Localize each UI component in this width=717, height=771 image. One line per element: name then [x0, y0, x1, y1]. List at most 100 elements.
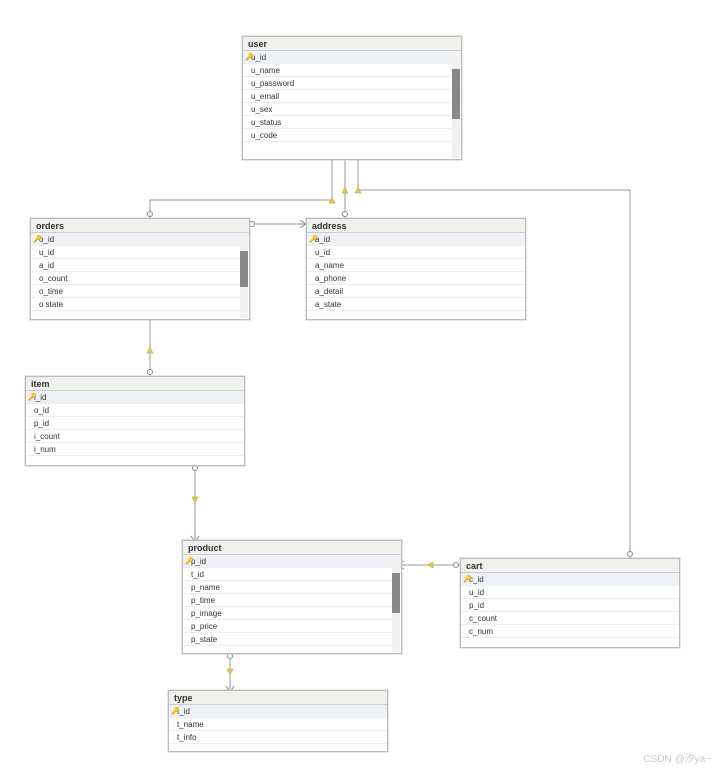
entity-header: address	[307, 219, 525, 233]
entity-header: product	[183, 541, 401, 555]
scrollbar[interactable]	[452, 51, 460, 158]
entity-cart[interactable]: cart🔑c_id u_id p_id c_count c_num	[460, 558, 680, 648]
entity-address[interactable]: address🔑a_id u_id a_name a_phone a_detail a_s…	[306, 218, 526, 320]
field-label: p_id	[469, 601, 484, 610]
field-u_code[interactable]: u_code	[243, 129, 461, 142]
field-p_id[interactable]: p_id	[461, 599, 679, 612]
field-list: 🔑a_id u_id a_name a_phone a_detail a_state	[307, 233, 525, 311]
primary-key-icon: 🔑	[171, 707, 180, 715]
scrollbar-thumb[interactable]	[240, 251, 248, 287]
field-p_image[interactable]: p_image	[183, 607, 401, 620]
field-list: 🔑p_id t_id p_name p_time p_image p_price p_sta…	[183, 555, 401, 646]
field-label: i_count	[34, 432, 60, 441]
field-label: t_id	[191, 570, 204, 579]
field-a_id[interactable]: a_id	[31, 259, 249, 272]
scrollbar-thumb[interactable]	[392, 573, 400, 613]
field-list: 🔑i_id o_id p_id i_count i_num	[26, 391, 244, 456]
field-p_time[interactable]: p_time	[183, 594, 401, 607]
field-u_id[interactable]: u_id	[461, 586, 679, 599]
field-p_name[interactable]: p_name	[183, 581, 401, 594]
field-label: a_name	[315, 261, 344, 270]
field-label: p_price	[191, 622, 217, 631]
field-p_id[interactable]: p_id	[26, 417, 244, 430]
primary-key-icon: 🔑	[245, 53, 254, 61]
field-label: u_id	[469, 588, 484, 597]
field-o_time[interactable]: o_time	[31, 285, 249, 298]
field-label: u_id	[315, 248, 330, 257]
field-i_count[interactable]: i_count	[26, 430, 244, 443]
field-c_count[interactable]: c_count	[461, 612, 679, 625]
field-a_detail[interactable]: a_detail	[307, 285, 525, 298]
field-label: t_info	[177, 733, 197, 742]
field-label: p_image	[191, 609, 222, 618]
entity-product[interactable]: product🔑p_id t_id p_name p_time p_image p_pri…	[182, 540, 402, 654]
field-u_sex[interactable]: u_sex	[243, 103, 461, 116]
field-a_name[interactable]: a_name	[307, 259, 525, 272]
field-list: 🔑t_id t_name t_info	[169, 705, 387, 744]
field-p_id[interactable]: 🔑p_id	[183, 555, 401, 568]
primary-key-icon: 🔑	[309, 235, 318, 243]
field-t_name[interactable]: t_name	[169, 718, 387, 731]
field-p_price[interactable]: p_price	[183, 620, 401, 633]
field-u_id[interactable]: u_id	[307, 246, 525, 259]
field-u_id[interactable]: 🔑u_id	[243, 51, 461, 64]
field-label: t_name	[177, 720, 204, 729]
scrollbar[interactable]	[240, 233, 248, 318]
field-p_state[interactable]: p_state	[183, 633, 401, 646]
field-label: o state	[39, 300, 63, 309]
field-label: p_time	[191, 596, 215, 605]
entity-header: user	[243, 37, 461, 51]
field-c_id[interactable]: 🔑c_id	[461, 573, 679, 586]
field-label: a_detail	[315, 287, 343, 296]
field-label: u_name	[251, 66, 280, 75]
field-i_id[interactable]: 🔑i_id	[26, 391, 244, 404]
field-label: a_id	[39, 261, 54, 270]
entity-header: item	[26, 377, 244, 391]
field-t_id[interactable]: t_id	[183, 568, 401, 581]
field-o_count[interactable]: o_count	[31, 272, 249, 285]
field-label: u_password	[251, 79, 294, 88]
field-i_num[interactable]: i_num	[26, 443, 244, 456]
field-u_name[interactable]: u_name	[243, 64, 461, 77]
field-list: 🔑u_id u_name u_password u_email u_sex u_statu…	[243, 51, 461, 142]
entity-user[interactable]: user🔑u_id u_name u_password u_email u_sex u_s…	[242, 36, 462, 160]
primary-key-icon: 🔑	[28, 393, 37, 401]
field-u_email[interactable]: u_email	[243, 90, 461, 103]
entity-header: orders	[31, 219, 249, 233]
field-c_num[interactable]: c_num	[461, 625, 679, 638]
entity-item[interactable]: item🔑i_id o_id p_id i_count i_num	[25, 376, 245, 466]
entity-type[interactable]: type🔑t_idt_namet_info	[168, 690, 388, 752]
field-a_id[interactable]: 🔑a_id	[307, 233, 525, 246]
field-label: c_num	[469, 627, 493, 636]
field-label: o_time	[39, 287, 63, 296]
field-list: 🔑o_id u_id a_id o_count o_timeo state	[31, 233, 249, 311]
field-label: o_id	[34, 406, 49, 415]
field-label: u_id	[39, 248, 54, 257]
primary-key-icon: 🔑	[463, 575, 472, 583]
primary-key-icon: 🔑	[33, 235, 42, 243]
field-o_id[interactable]: 🔑o_id	[31, 233, 249, 246]
field-a_state[interactable]: a_state	[307, 298, 525, 311]
field-label: i_num	[34, 445, 56, 454]
field-u_id[interactable]: u_id	[31, 246, 249, 259]
field-o-state[interactable]: o state	[31, 298, 249, 311]
er-diagram-canvas: CSDN @汐ya~ user🔑u_idu_nameu_passwordu_em…	[0, 0, 717, 771]
field-label: p_id	[34, 419, 49, 428]
scrollbar[interactable]	[392, 555, 400, 652]
primary-key-icon: 🔑	[185, 557, 194, 565]
field-t_id[interactable]: 🔑t_id	[169, 705, 387, 718]
field-label: p_state	[191, 635, 217, 644]
watermark: CSDN @汐ya~	[643, 750, 711, 765]
field-o_id[interactable]: o_id	[26, 404, 244, 417]
field-label: o_count	[39, 274, 67, 283]
entity-orders[interactable]: orders🔑o_id u_id a_id o_count o_timeo state	[30, 218, 250, 320]
field-u_password[interactable]: u_password	[243, 77, 461, 90]
field-label: u_sex	[251, 105, 272, 114]
field-a_phone[interactable]: a_phone	[307, 272, 525, 285]
field-t_info[interactable]: t_info	[169, 731, 387, 744]
field-u_status[interactable]: u_status	[243, 116, 461, 129]
entity-header: cart	[461, 559, 679, 573]
field-label: a_phone	[315, 274, 346, 283]
field-label: u_code	[251, 131, 277, 140]
scrollbar-thumb[interactable]	[452, 69, 460, 119]
